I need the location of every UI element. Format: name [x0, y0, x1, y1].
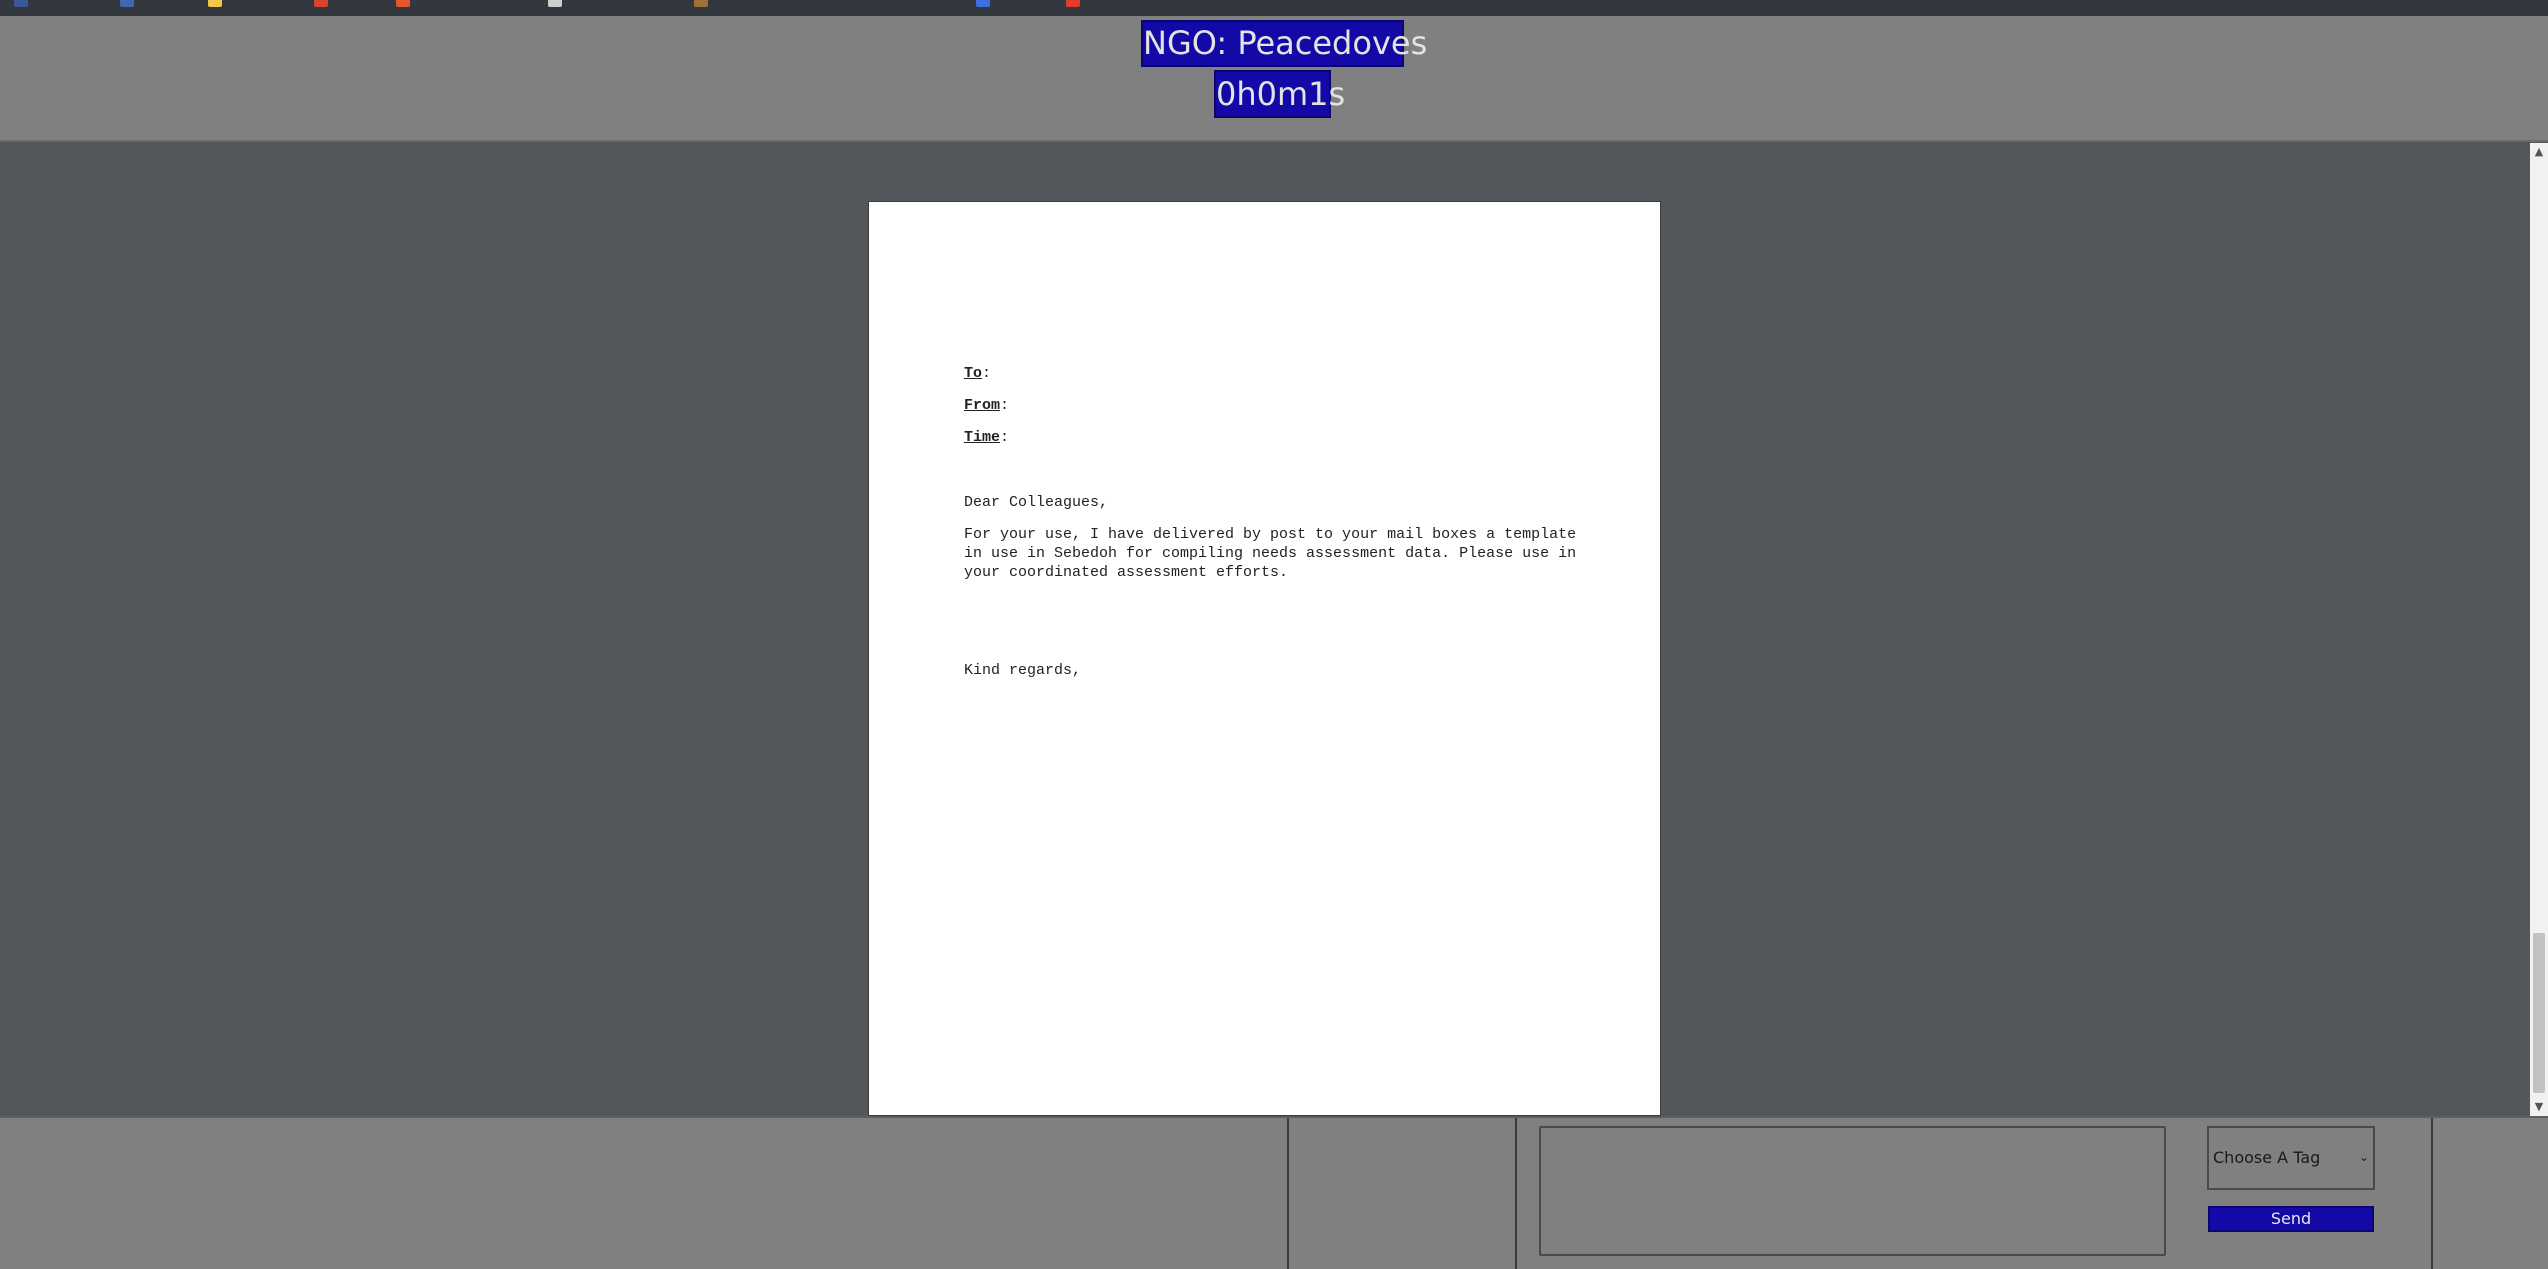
bookmark-icon[interactable]	[208, 0, 222, 7]
to-label: To	[964, 365, 983, 382]
send-button[interactable]: Send	[2208, 1206, 2374, 1232]
time-label: Time	[964, 429, 1001, 446]
divider	[1287, 1118, 1289, 1269]
arrow-down-icon[interactable]: ▼	[2530, 1098, 2548, 1116]
bookmarks-bar	[0, 0, 2548, 16]
scrollbar-thumb[interactable]	[2533, 933, 2545, 1093]
bookmark-icon[interactable]	[1066, 0, 1080, 7]
document-scrollbar[interactable]: ▲ ▼	[2530, 143, 2548, 1116]
document-viewer[interactable]: To: From: Time: Dear Colleagues, For you…	[0, 143, 2530, 1116]
letter-salutation: Dear Colleagues,	[964, 494, 1109, 511]
tag-select[interactable]: Choose A Tag ⌄	[2207, 1126, 2375, 1190]
ngo-title: NGO: Peacedoves	[1141, 20, 1427, 67]
letter-page: To: From: Time: Dear Colleagues, For you…	[868, 201, 1661, 1116]
bookmark-icon[interactable]	[14, 0, 28, 7]
bookmark-icon[interactable]	[976, 0, 990, 7]
divider	[2431, 1118, 2433, 1269]
time-line: Time:	[964, 429, 1010, 446]
divider	[1515, 1118, 1517, 1269]
arrow-up-icon[interactable]: ▲	[2530, 143, 2548, 161]
session-timer: 0h0m1s	[1214, 70, 1345, 118]
letter-closing: Kind regards,	[964, 662, 1082, 679]
chevron-down-icon: ⌄	[2358, 1150, 2369, 1164]
composer-bar: Choose A Tag ⌄ Send	[0, 1116, 2548, 1269]
from-line: From:	[964, 397, 1010, 414]
message-input[interactable]	[1539, 1126, 2166, 1256]
bookmark-icon[interactable]	[120, 0, 134, 7]
bookmark-icon[interactable]	[396, 0, 410, 7]
tag-select-value: Choose A Tag	[2213, 1148, 2321, 1167]
bookmark-icon[interactable]	[314, 0, 328, 7]
app-header: NGO: Peacedoves 0h0m1s	[0, 16, 2548, 142]
bookmark-icon[interactable]	[694, 0, 708, 7]
to-line: To:	[964, 365, 992, 382]
letter-content: To: From: Time: Dear Colleagues, For you…	[964, 364, 1584, 680]
bookmark-icon[interactable]	[548, 0, 562, 7]
letter-body: For your use, I have delivered by post t…	[964, 526, 1577, 581]
from-label: From	[964, 397, 1001, 414]
